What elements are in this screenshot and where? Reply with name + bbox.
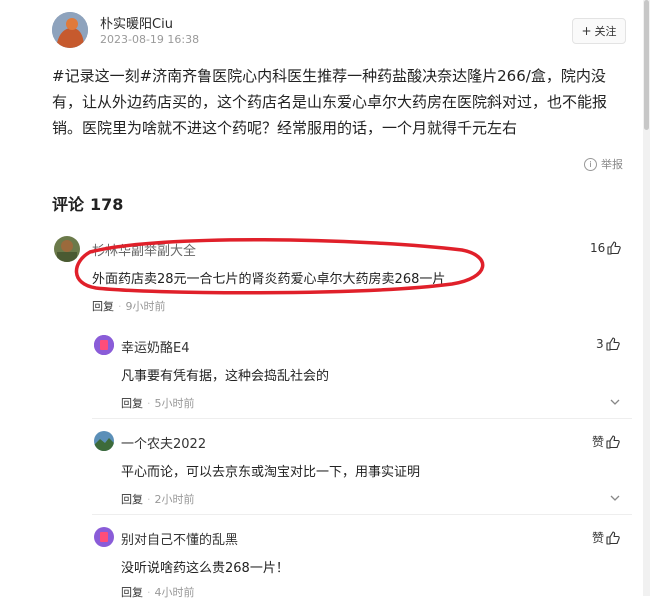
follow-label: 关注 [594, 25, 617, 38]
post-time: 2023-08-19 16:38 [100, 33, 200, 46]
reply-time: 4小时前 [154, 586, 195, 599]
follow-button[interactable]: + 关注 [572, 18, 626, 44]
reply-meta: 回复 · 5小时前 [121, 395, 195, 411]
post-content: #记录这一刻#济南齐鲁医院心内科医生推荐一种药盐酸决奈达隆片266/盒，院内没有… [52, 67, 608, 137]
reply-text: 平心而论，可以去京东或淘宝对比一下，用事实证明 [121, 465, 421, 480]
scrollbar[interactable] [643, 0, 650, 596]
comment-meta: 回复 · 9小时前 [92, 298, 166, 314]
meta-separator: · [147, 585, 151, 599]
reply-text: 没听说啥药这么贵268一片！ [121, 561, 289, 576]
like-count: 赞 [592, 531, 605, 545]
reply-user-name[interactable]: 一个农夫2022 [121, 433, 206, 452]
comment-time: 9小时前 [125, 300, 166, 313]
chevron-down-icon[interactable] [609, 396, 621, 408]
like-button[interactable]: 16 [590, 241, 622, 255]
comments-count: 178 [90, 195, 124, 214]
reply-user-name[interactable]: 幸运奶酪E4 [121, 337, 190, 356]
like-button[interactable]: 赞 [592, 433, 620, 450]
reply-text: 凡事要有凭有据，这种会捣乱社会的 [121, 369, 330, 384]
comment-text: 外面药店卖28元一合七片的肾炎药爱心卓尔大药房卖268一片 [92, 272, 446, 287]
commenter-avatar[interactable] [54, 236, 80, 262]
reply-avatar[interactable] [94, 431, 114, 451]
like-count: 3 [596, 337, 604, 351]
thumbs-up-icon [606, 337, 620, 351]
reply-time: 5小时前 [154, 397, 195, 410]
thumbs-up-icon [606, 530, 620, 545]
meta-separator: · [147, 396, 151, 410]
divider [92, 418, 632, 419]
reply-avatar[interactable] [94, 527, 114, 547]
plus-icon: + [581, 24, 592, 38]
commenter-name[interactable]: 杉林华副举副大全 [92, 240, 196, 259]
reply-meta: 回复 · 2小时前 [121, 491, 195, 507]
like-count: 16 [590, 241, 606, 255]
info-icon: i [584, 157, 597, 171]
comments-title: 评论 [52, 195, 85, 214]
report-button[interactable]: i 举报 [584, 156, 623, 172]
comments-heading: 评论 178 [52, 191, 123, 215]
like-button[interactable]: 赞 [592, 529, 620, 546]
reply-user-name[interactable]: 别对自己不懂的乱黑 [121, 529, 238, 548]
reply-button[interactable]: 回复 [121, 584, 143, 600]
author-avatar[interactable] [52, 12, 88, 48]
chevron-down-icon[interactable] [609, 492, 621, 504]
scrollbar-thumb[interactable] [644, 0, 649, 130]
report-label: 举报 [601, 158, 623, 171]
reply-button[interactable]: 回复 [121, 395, 143, 411]
meta-separator: · [118, 299, 122, 313]
reply-button[interactable]: 回复 [121, 491, 143, 507]
reply-time: 2小时前 [154, 493, 195, 506]
like-count: 赞 [592, 435, 605, 449]
meta-separator: · [147, 492, 151, 506]
thumbs-up-icon [606, 434, 620, 449]
reply-button[interactable]: 回复 [92, 298, 114, 314]
thumbs-up-icon [607, 241, 622, 255]
reply-meta: 回复 · 4小时前 [121, 584, 195, 600]
author-name[interactable]: 朴实暖阳Ciu [100, 13, 173, 32]
divider [92, 514, 632, 515]
reply-avatar[interactable] [94, 335, 114, 355]
like-button[interactable]: 3 [596, 337, 620, 351]
